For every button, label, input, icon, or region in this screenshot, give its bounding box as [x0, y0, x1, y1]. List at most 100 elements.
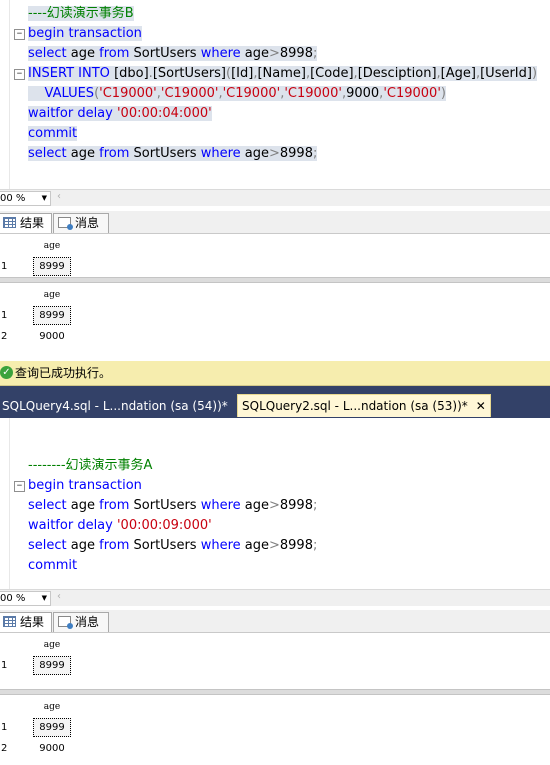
- code-token: SortUsers: [133, 46, 201, 61]
- code-token: 'C19000': [284, 86, 342, 101]
- code-token: where: [200, 146, 245, 161]
- code-token: ;: [312, 538, 318, 553]
- code-token: ;: [312, 46, 318, 61]
- zoom-value: 00 %: [0, 193, 26, 204]
- code-token: [Age]: [440, 66, 476, 81]
- table-row[interactable]: 2 9000: [0, 738, 550, 759]
- table-cell[interactable]: 8999: [33, 718, 71, 737]
- table-cell[interactable]: 8999: [33, 656, 71, 675]
- row-number: 2: [1, 743, 8, 754]
- code-line: VALUES('C19000','C19000','C19000','C1900…: [28, 84, 446, 104]
- tab-sqlquery4-label: SQLQuery4.sql - L...ndation (sa (54))*: [2, 399, 228, 413]
- table-cell[interactable]: 8999: [33, 257, 71, 276]
- tab-results[interactable]: 结果: [0, 612, 52, 632]
- bottom-sql-editor[interactable]: --------幻读演示事务A − begin transaction select …: [0, 418, 550, 589]
- row-number: 1: [1, 310, 8, 321]
- code-line: waitfor delay '00:00:09:000': [28, 516, 212, 536]
- row-number: 1: [1, 261, 8, 272]
- column-header[interactable]: age: [33, 637, 71, 654]
- tab-messages[interactable]: 消息: [53, 612, 109, 632]
- code-token: ): [531, 66, 538, 81]
- table-row[interactable]: 1 8999: [0, 655, 550, 676]
- code-token: 8998: [279, 538, 313, 553]
- close-icon[interactable]: ✕: [476, 395, 486, 417]
- code-token: [UserId]: [480, 66, 532, 81]
- tab-results[interactable]: 结果: [0, 213, 52, 233]
- column-header[interactable]: age: [33, 287, 71, 304]
- top-zoom-bar: 00 % ▼ ‹: [0, 189, 550, 206]
- top-results-pane: age 1 8999 age 1 8999 2 9000: [0, 234, 550, 360]
- tab-messages[interactable]: 消息: [53, 213, 109, 233]
- collapse-region-icon[interactable]: −: [14, 69, 25, 80]
- code-token: commit: [28, 126, 78, 141]
- code-token: begin transaction: [28, 478, 142, 493]
- code-token: select: [28, 146, 71, 161]
- code-token: 8998: [279, 46, 313, 61]
- tab-results-label: 结果: [20, 615, 45, 629]
- code-token: from: [99, 46, 134, 61]
- collapse-region-icon[interactable]: −: [14, 29, 25, 40]
- table-cell[interactable]: 8999: [33, 306, 71, 325]
- code-line: select age from SortUsers where age>8998…: [28, 536, 317, 556]
- collapse-region-icon[interactable]: −: [14, 481, 25, 492]
- code-token: 'C19000': [99, 86, 157, 101]
- bottom-result-tabs: 结果 消息: [0, 610, 550, 633]
- editor-margin: [9, 0, 10, 190]
- code-token: age: [244, 538, 269, 553]
- tab-messages-label: 消息: [75, 615, 100, 629]
- code-token: select: [28, 46, 71, 61]
- code-token: age: [70, 498, 100, 513]
- table-row[interactable]: 1 8999: [0, 305, 550, 326]
- status-text: 查询已成功执行。: [15, 366, 112, 380]
- code-line: --------幻读演示事务A: [28, 456, 152, 476]
- code-line: INSERT INTO [dbo].[SortUsers]([Id],[Name…: [28, 64, 538, 84]
- zoom-select[interactable]: 00 % ▼: [0, 591, 51, 606]
- message-icon: [58, 616, 73, 629]
- code-token: '00:00:09:000': [116, 518, 212, 533]
- bottom-zoom-bar: 00 % ▼ ‹: [0, 589, 550, 606]
- code-token: 'C19000': [222, 86, 281, 101]
- code-token: waitfor delay: [28, 106, 117, 121]
- code-line: commit: [28, 124, 78, 144]
- code-token: begin transaction: [28, 26, 142, 41]
- grid-splitter[interactable]: [0, 277, 550, 283]
- code-token: age: [244, 46, 269, 61]
- code-line: begin transaction: [28, 24, 142, 44]
- code-token: [Desciption]: [357, 66, 437, 81]
- tab-sqlquery4[interactable]: SQLQuery4.sql - L...ndation (sa (54))*: [0, 395, 232, 417]
- code-token: select: [28, 538, 71, 553]
- row-number: 2: [1, 331, 8, 342]
- code-token: >: [268, 498, 280, 513]
- code-token: ): [440, 86, 446, 101]
- table-row[interactable]: 1 8999: [0, 717, 550, 738]
- scroll-left-icon[interactable]: ‹: [57, 191, 61, 202]
- top-sql-editor[interactable]: ----幻读演示事务B − begin transaction select age …: [0, 0, 550, 190]
- code-token: '00:00:04:000': [116, 106, 212, 121]
- code-token: age: [244, 146, 269, 161]
- code-token: from: [99, 146, 134, 161]
- grid-splitter[interactable]: [0, 689, 550, 695]
- code-token: where: [200, 498, 245, 513]
- code-token: 'C19000': [383, 86, 441, 101]
- table-row[interactable]: 2 9000: [0, 326, 550, 347]
- code-line: select age from SortUsers where age>8998…: [28, 44, 318, 64]
- code-token: from: [99, 498, 134, 513]
- code-line: select age from SortUsers where age>8998…: [28, 496, 317, 516]
- table-row[interactable]: 1 8999: [0, 256, 550, 277]
- code-token: >: [268, 46, 280, 61]
- table-cell[interactable]: 9000: [33, 739, 71, 758]
- chevron-down-icon: ▼: [41, 194, 47, 202]
- code-token: 8998: [279, 146, 313, 161]
- row-number: 1: [1, 660, 8, 671]
- scroll-left-icon[interactable]: ‹: [57, 591, 61, 602]
- row-number: 1: [1, 722, 8, 733]
- zoom-select[interactable]: 00 % ▼: [0, 191, 51, 206]
- column-header[interactable]: age: [33, 699, 71, 716]
- message-icon: [58, 217, 73, 230]
- column-header[interactable]: age: [33, 238, 71, 255]
- code-token: where: [200, 46, 245, 61]
- table-cell[interactable]: 9000: [33, 327, 71, 346]
- tab-sqlquery2[interactable]: SQLQuery2.sql - L...ndation (sa (53))* ✕: [237, 394, 491, 417]
- code-token: from: [99, 538, 134, 553]
- code-token: 'C19000': [160, 86, 219, 101]
